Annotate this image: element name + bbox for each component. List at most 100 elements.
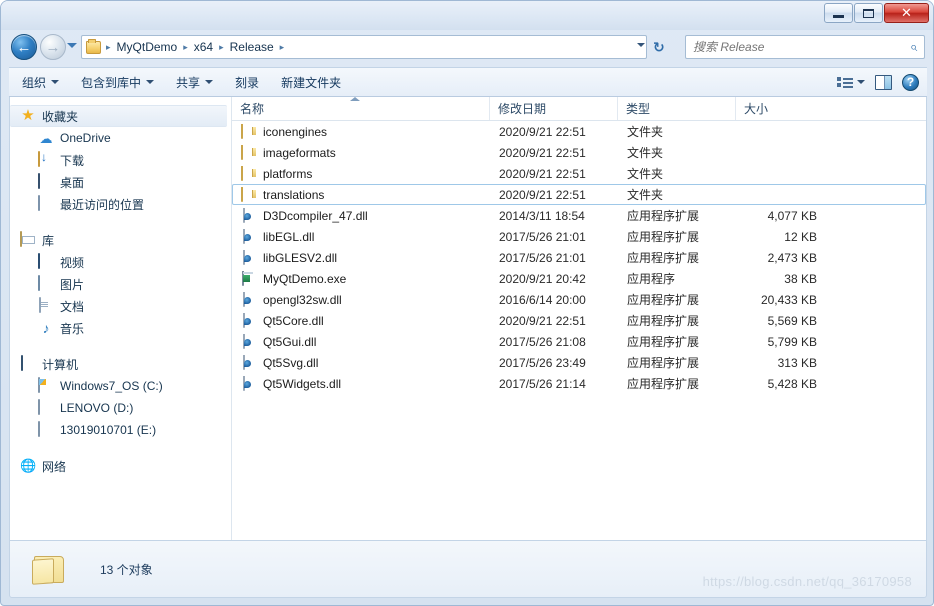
cell-date: 2017/5/26 21:08 — [499, 334, 586, 349]
sidebar-item-drive-e[interactable]: 13019010701 (E:) — [10, 419, 231, 441]
search-input[interactable] — [686, 40, 910, 54]
table-row[interactable]: Qt5Widgets.dll 2017/5/26 21:14 应用程序扩展 5,428… — [232, 373, 926, 394]
sidebar-item-videos[interactable]: 视频 — [10, 251, 231, 273]
close-icon: ✕ — [901, 5, 912, 20]
toolbar-include-in-library[interactable]: 包含到库中 — [72, 71, 163, 94]
column-header-name[interactable]: 名称 — [232, 97, 490, 120]
table-row[interactable]: Qt5Gui.dll 2017/5/26 21:08 应用程序扩展 5,799 KB — [232, 331, 926, 352]
chevron-down-icon — [146, 80, 155, 84]
file-name-label: MyQtDemo.exe — [263, 271, 347, 286]
breadcrumb-separator[interactable]: ▸ — [277, 42, 288, 53]
sidebar-item-pictures[interactable]: 图片 — [10, 273, 231, 295]
breadcrumb-separator[interactable]: ▸ — [216, 42, 227, 53]
command-toolbar: 组织 包含到库中 共享 刻录 新建文件夹 ? — [9, 67, 927, 97]
sidebar-item-documents[interactable]: 文档 — [10, 295, 231, 317]
cell-type: 文件夹 — [627, 188, 664, 202]
sort-ascending-icon — [350, 97, 360, 101]
table-row[interactable]: MyQtDemo.exe 2020/9/21 20:42 应用程序 38 KB — [232, 268, 926, 289]
dll-icon — [241, 249, 257, 266]
computer-icon — [20, 355, 36, 372]
cell-name: Qt5Gui.dll — [233, 333, 491, 350]
table-row[interactable]: platforms 2020/9/21 22:51 文件夹 — [232, 163, 926, 184]
table-row[interactable]: opengl32sw.dll 2016/6/14 20:00 应用程序扩展 20,43… — [232, 289, 926, 310]
breadcrumb-separator[interactable]: ▸ — [103, 42, 114, 53]
change-view-button[interactable] — [837, 76, 865, 89]
table-row[interactable]: libEGL.dll 2017/5/26 21:01 应用程序扩展 12 KB — [232, 226, 926, 247]
file-name-label: imageformats — [263, 145, 336, 160]
breadcrumb-x64[interactable]: x64 — [191, 40, 216, 54]
cell-date: 2017/5/26 21:01 — [499, 229, 586, 244]
table-row[interactable]: Qt5Svg.dll 2017/5/26 23:49 应用程序扩展 313 KB — [232, 352, 926, 373]
chevron-down-icon — [205, 80, 214, 84]
search-box[interactable]: ⌕ — [685, 35, 925, 59]
cell-type: 应用程序扩展 — [627, 335, 700, 349]
file-name-label: Qt5Gui.dll — [263, 334, 317, 349]
breadcrumb-myqtdemo[interactable]: MyQtDemo — [114, 40, 181, 54]
folder-icon — [86, 38, 101, 54]
help-icon: ? — [902, 73, 919, 91]
sidebar-item-computer[interactable]: 计算机 — [10, 353, 231, 375]
chevron-down-icon — [857, 80, 865, 84]
back-button[interactable]: ← — [11, 34, 37, 60]
chevron-down-icon[interactable] — [637, 43, 645, 47]
sidebar-item-desktop[interactable]: 桌面 — [10, 171, 231, 193]
sidebar-item-drive-d[interactable]: LENOVO (D:) — [10, 397, 231, 419]
sidebar-item-favorites[interactable]: ★ 收藏夹 — [10, 105, 227, 127]
cell-type: 应用程序扩展 — [627, 209, 700, 223]
network-icon: 🌐 — [20, 458, 37, 473]
video-icon — [38, 253, 54, 270]
sidebar-item-libraries[interactable]: 库 — [10, 229, 231, 251]
desktop-icon — [38, 173, 54, 190]
sidebar-item-music[interactable]: ♪ 音乐 — [10, 317, 231, 339]
sidebar-item-drive-c[interactable]: Windows7_OS (C:) — [10, 375, 231, 397]
file-name-label: libGLESV2.dll — [263, 250, 338, 265]
cell-date: 2020/9/21 22:51 — [499, 166, 586, 181]
table-row[interactable]: D3Dcompiler_47.dll 2014/3/11 18:54 应用程序扩展 4… — [232, 205, 926, 226]
history-dropdown-button[interactable] — [67, 43, 77, 48]
cell-size: 5,569 KB — [767, 313, 817, 328]
toolbar-share[interactable]: 共享 — [167, 71, 222, 94]
refresh-button[interactable]: ↻ — [653, 39, 665, 56]
column-header-date[interactable]: 修改日期 — [490, 97, 618, 120]
harddrive-icon — [38, 399, 54, 416]
breadcrumb-separator[interactable]: ▸ — [180, 42, 191, 53]
cell-size: 12 KB — [784, 229, 817, 244]
cell-size: 5,799 KB — [767, 334, 817, 349]
table-row[interactable]: iconengines 2020/9/21 22:51 文件夹 — [232, 121, 926, 142]
sidebar-item-network[interactable]: 🌐 网络 — [10, 455, 231, 477]
file-name-label: opengl32sw.dll — [263, 292, 342, 307]
sidebar-label-recent-places: 最近访问的位置 — [60, 197, 145, 212]
file-name-label: Qt5Widgets.dll — [263, 376, 342, 391]
sidebar-item-recent-places[interactable]: 最近访问的位置 — [10, 193, 231, 215]
minimize-button[interactable] — [824, 3, 853, 23]
maximize-button[interactable] — [854, 3, 883, 23]
explorer-window: ✕ ← → ▸ MyQtDemo ▸ x64 ▸ Release ▸ ↻ ⌕ — [0, 0, 934, 606]
folder-icon — [241, 165, 257, 182]
cell-date: 2020/9/21 22:51 — [499, 313, 586, 328]
table-row[interactable]: Qt5Core.dll 2020/9/21 22:51 应用程序扩展 5,569 KB — [232, 310, 926, 331]
cell-date: 2020/9/21 22:51 — [499, 145, 586, 160]
help-button[interactable]: ? — [902, 73, 919, 91]
breadcrumb-release[interactable]: Release — [227, 40, 277, 54]
sidebar-label-drive-e: 13019010701 (E:) — [60, 423, 157, 437]
table-row[interactable]: imageformats 2020/9/21 22:51 文件夹 — [232, 142, 926, 163]
forward-button[interactable]: → — [40, 34, 66, 60]
close-button[interactable]: ✕ — [884, 3, 929, 23]
sidebar-item-downloads[interactable]: 下载 — [10, 149, 231, 171]
table-row[interactable]: libGLESV2.dll 2017/5/26 21:01 应用程序扩展 2,473 … — [232, 247, 926, 268]
sidebar-label-desktop: 桌面 — [60, 175, 85, 190]
address-path-box[interactable]: ▸ MyQtDemo ▸ x64 ▸ Release ▸ — [81, 35, 647, 59]
cell-type: 文件夹 — [627, 125, 664, 139]
column-header-size[interactable]: 大小 — [736, 97, 826, 120]
toolbar-organize[interactable]: 组织 — [13, 71, 68, 94]
toolbar-burn[interactable]: 刻录 — [226, 71, 268, 94]
toolbar-organize-label: 组织 — [22, 75, 47, 90]
preview-pane-button[interactable] — [875, 74, 892, 90]
sidebar-item-onedrive[interactable]: ☁ OneDrive — [10, 127, 231, 149]
table-row[interactable]: translations 2020/9/21 22:51 文件夹 — [232, 184, 926, 205]
toolbar-new-folder[interactable]: 新建文件夹 — [272, 71, 350, 94]
folder-icon — [241, 144, 257, 161]
folder-icon — [32, 553, 68, 585]
navigation-pane[interactable]: ★ 收藏夹 ☁ OneDrive 下载 桌面 最近访问的位置 — [10, 97, 232, 540]
column-header-type[interactable]: 类型 — [618, 97, 736, 120]
